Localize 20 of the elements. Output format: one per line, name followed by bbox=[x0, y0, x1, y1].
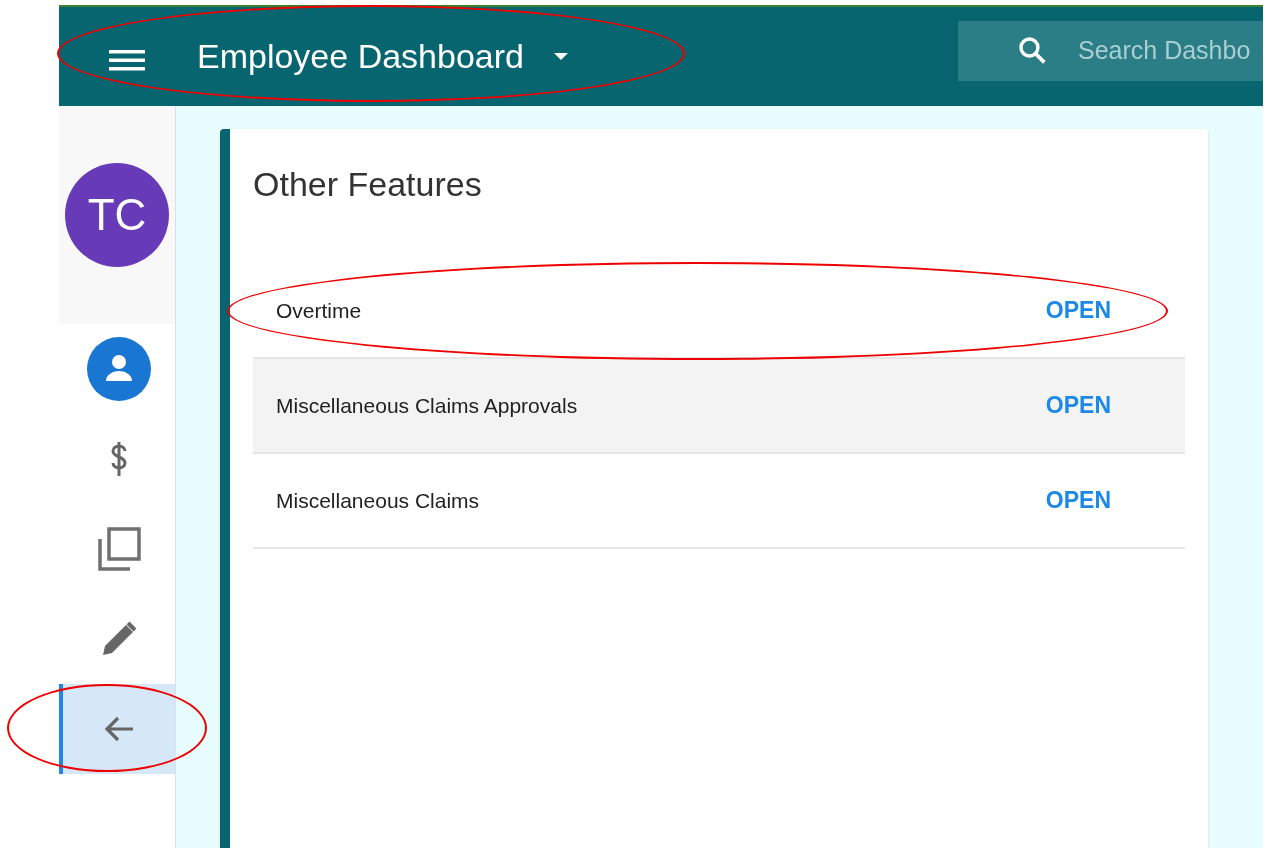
feature-label: Miscellaneous Claims bbox=[276, 488, 480, 513]
card-title: Other Features bbox=[253, 165, 483, 204]
open-button[interactable]: OPEN bbox=[1045, 293, 1111, 328]
dropdown-caret-icon[interactable] bbox=[553, 53, 568, 60]
search-bar[interactable]: Search Dashbo bbox=[958, 20, 1263, 81]
open-button[interactable]: OPEN bbox=[1045, 483, 1111, 518]
user-avatar[interactable]: TC bbox=[65, 163, 169, 267]
person-icon bbox=[87, 337, 151, 401]
sidebar-item[interactable] bbox=[59, 684, 175, 774]
feature-label: Miscellaneous Claims Approvals bbox=[276, 393, 578, 418]
pencil-icon bbox=[101, 621, 137, 657]
app-title: Employee Dashboard bbox=[197, 37, 524, 76]
back-arrow-icon bbox=[103, 715, 135, 743]
copy-icon bbox=[97, 527, 141, 571]
feature-row[interactable]: Miscellaneous Claims Approvals OPEN bbox=[253, 359, 1185, 454]
dollar-icon bbox=[109, 441, 129, 477]
menu-icon[interactable] bbox=[109, 47, 145, 72]
feature-row[interactable]: Miscellaneous Claims OPEN bbox=[253, 454, 1185, 549]
search-input[interactable]: Search Dashbo bbox=[1078, 36, 1258, 65]
feature-label: Overtime bbox=[276, 298, 362, 323]
